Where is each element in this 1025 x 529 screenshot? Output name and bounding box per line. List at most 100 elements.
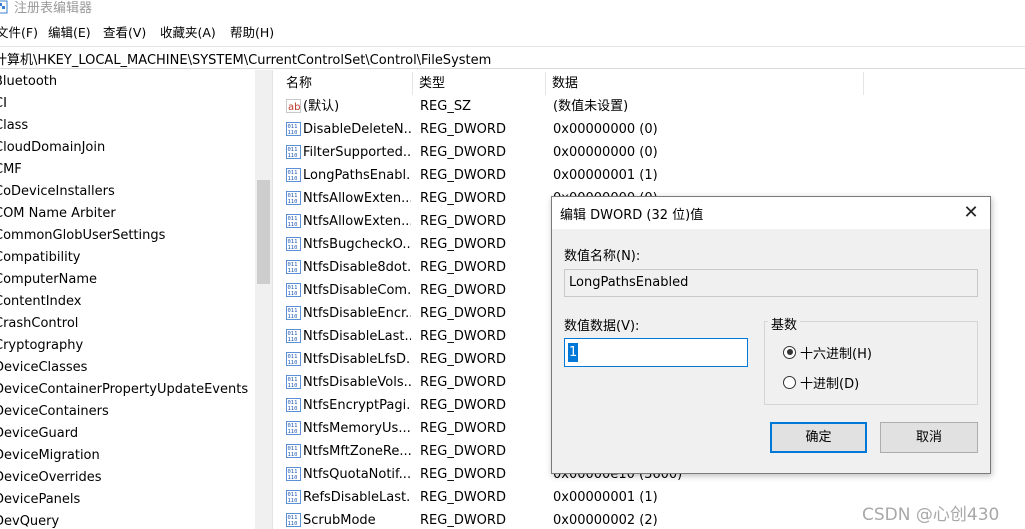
pane-splitter[interactable] bbox=[272, 70, 280, 529]
tree-item[interactable]: Cryptography bbox=[0, 335, 83, 357]
radio-decimal-indicator[interactable] bbox=[783, 375, 796, 389]
column-header-type[interactable]: 类型 bbox=[413, 72, 546, 95]
svg-text:110: 110 bbox=[288, 360, 298, 366]
value-type: REG_DWORD bbox=[420, 306, 506, 321]
menu-favorites[interactable]: 收藏夹(A) bbox=[160, 22, 216, 44]
value-name: NtfsAllowExten... bbox=[303, 191, 411, 206]
radio-hex-label[interactable]: 十六进制(H) bbox=[800, 343, 872, 362]
value-data: 0x00000000 (0) bbox=[553, 122, 658, 137]
menu-help[interactable]: 帮助(H) bbox=[230, 22, 274, 44]
dialog-title-bar: 编辑 DWORD (32 位)值 ✕ bbox=[552, 197, 990, 229]
tree-item[interactable]: DeviceMigration bbox=[0, 445, 100, 467]
menu-view[interactable]: 查看(V) bbox=[103, 22, 146, 44]
tree-item[interactable]: ComputerName bbox=[0, 269, 97, 291]
radio-hex-indicator[interactable] bbox=[783, 345, 796, 359]
column-header-name[interactable]: 名称 bbox=[280, 72, 413, 95]
tree-item[interactable]: Compatibility bbox=[0, 247, 81, 269]
value-data-label: 数值数据(V): bbox=[564, 319, 640, 334]
value-type: REG_DWORD bbox=[420, 513, 506, 528]
tree-item[interactable]: DeviceClasses bbox=[0, 357, 87, 379]
value-type: REG_DWORD bbox=[420, 145, 506, 160]
tree-item[interactable]: CommonGlobUserSettings bbox=[0, 225, 165, 247]
value-name: NtfsDisableEncr... bbox=[303, 306, 411, 321]
address-path[interactable]: 计算机\HKEY_LOCAL_MACHINE\SYSTEM\CurrentCon… bbox=[0, 49, 491, 68]
tree-item[interactable]: CI bbox=[0, 93, 7, 115]
tree-item[interactable]: ContentIndex bbox=[0, 291, 82, 313]
value-name: NtfsEncryptPagi... bbox=[303, 398, 411, 413]
dword-value-icon: 011 110 bbox=[286, 237, 301, 251]
dword-value-icon: 011 110 bbox=[286, 444, 301, 458]
menu-file[interactable]: 文件(F) bbox=[0, 22, 38, 44]
menu-edit[interactable]: 编辑(E) bbox=[48, 22, 91, 44]
dword-value-icon: 011 110 bbox=[286, 283, 301, 297]
value-type: REG_DWORD bbox=[420, 283, 506, 298]
value-name: RefsDisableLast... bbox=[303, 490, 411, 505]
value-row[interactable]: ab (默认) REG_SZ (数值未设置) bbox=[280, 95, 1025, 118]
tree-item[interactable]: DeviceGuard bbox=[0, 423, 78, 445]
value-name: ScrubMode bbox=[303, 513, 376, 528]
svg-text:110: 110 bbox=[288, 199, 298, 205]
svg-text:110: 110 bbox=[288, 337, 298, 343]
tree-item[interactable]: DevQuery bbox=[0, 511, 59, 529]
value-row[interactable]: 011 110 DisableDeleteN... REG_DWORD 0x000000… bbox=[280, 118, 1025, 141]
ok-button[interactable]: 确定 bbox=[770, 422, 867, 453]
cancel-button[interactable]: 取消 bbox=[880, 422, 978, 453]
tree-item[interactable]: CMF bbox=[0, 159, 22, 181]
dword-value-icon: 011 110 bbox=[286, 306, 301, 320]
dword-value-icon: 011 110 bbox=[286, 122, 301, 136]
tree-item[interactable]: CoDeviceInstallers bbox=[0, 181, 115, 203]
value-type: REG_DWORD bbox=[420, 122, 506, 137]
watermark: CSDN @心创430 bbox=[862, 505, 1000, 525]
value-name: LongPathsEnabl... bbox=[303, 168, 411, 183]
dialog-title: 编辑 DWORD (32 位)值 bbox=[560, 208, 704, 223]
value-name: (默认) bbox=[303, 99, 340, 114]
tree-item[interactable]: DevicePanels bbox=[0, 489, 80, 511]
tree-item[interactable]: Class bbox=[0, 115, 28, 137]
value-type: REG_DWORD bbox=[420, 168, 506, 183]
value-row[interactable]: 011 110 LongPathsEnabl... REG_DWORD 0x000000… bbox=[280, 164, 1025, 187]
value-name: DisableDeleteN... bbox=[303, 122, 411, 137]
value-row[interactable]: 011 110 FilterSupported... REG_DWORD 0x00000… bbox=[280, 141, 1025, 164]
tree-item[interactable]: DeviceOverrides bbox=[0, 467, 101, 489]
value-type: REG_DWORD bbox=[420, 214, 506, 229]
dword-value-icon: 011 110 bbox=[286, 214, 301, 228]
value-data: 0x00000001 (1) bbox=[553, 490, 658, 505]
tree-scrollbar[interactable] bbox=[255, 70, 272, 529]
svg-text:110: 110 bbox=[288, 222, 298, 228]
value-data: 0x00000000 (0) bbox=[553, 145, 658, 160]
value-name: NtfsQuotaNotif... bbox=[303, 467, 411, 482]
dword-value-icon: 011 110 bbox=[286, 145, 301, 159]
svg-text:ab: ab bbox=[288, 102, 300, 113]
value-name: NtfsDisableVols... bbox=[303, 375, 411, 390]
value-name: NtfsBugcheckO... bbox=[303, 237, 411, 252]
base-groupbox bbox=[764, 321, 978, 405]
radio-decimal-label[interactable]: 十进制(D) bbox=[800, 373, 859, 392]
svg-text:110: 110 bbox=[288, 268, 298, 274]
value-type: REG_DWORD bbox=[420, 191, 506, 206]
tree-item[interactable]: DeviceContainers bbox=[0, 401, 109, 423]
svg-text:110: 110 bbox=[288, 383, 298, 389]
tree-scrollbar-thumb[interactable] bbox=[257, 180, 270, 284]
value-name-label: 数值名称(N): bbox=[564, 249, 641, 264]
column-header-data[interactable]: 数据 bbox=[546, 72, 864, 95]
svg-text:110: 110 bbox=[288, 153, 298, 159]
value-type: REG_SZ bbox=[420, 99, 471, 114]
value-name: NtfsDisableCom... bbox=[303, 283, 411, 298]
value-type: REG_DWORD bbox=[420, 375, 506, 390]
value-name: NtfsDisable8dot... bbox=[303, 260, 411, 275]
value-name: NtfsMemoryUs... bbox=[303, 421, 411, 436]
tree-item[interactable]: Bluetooth bbox=[0, 71, 57, 93]
tree-item[interactable]: CloudDomainJoin bbox=[0, 137, 105, 159]
address-bar[interactable]: 计算机\HKEY_LOCAL_MACHINE\SYSTEM\CurrentCon… bbox=[0, 46, 1025, 69]
tree-item[interactable]: COM Name Arbiter bbox=[0, 203, 116, 225]
close-icon[interactable]: ✕ bbox=[956, 200, 986, 226]
key-tree: BluetoothCIClassCloudDomainJoinCMFCoDevi… bbox=[0, 70, 272, 529]
radio-hex[interactable]: 十六进制(H) bbox=[783, 343, 872, 362]
value-data-input[interactable]: 1 bbox=[564, 338, 748, 367]
tree-item[interactable]: DeviceContainerPropertyUpdateEvents bbox=[0, 379, 248, 401]
value-name: FilterSupported... bbox=[303, 145, 411, 160]
dword-value-icon: 011 110 bbox=[286, 375, 301, 389]
dword-value-icon: 011 110 bbox=[286, 260, 301, 274]
tree-item[interactable]: CrashControl bbox=[0, 313, 78, 335]
radio-decimal[interactable]: 十进制(D) bbox=[783, 373, 859, 392]
